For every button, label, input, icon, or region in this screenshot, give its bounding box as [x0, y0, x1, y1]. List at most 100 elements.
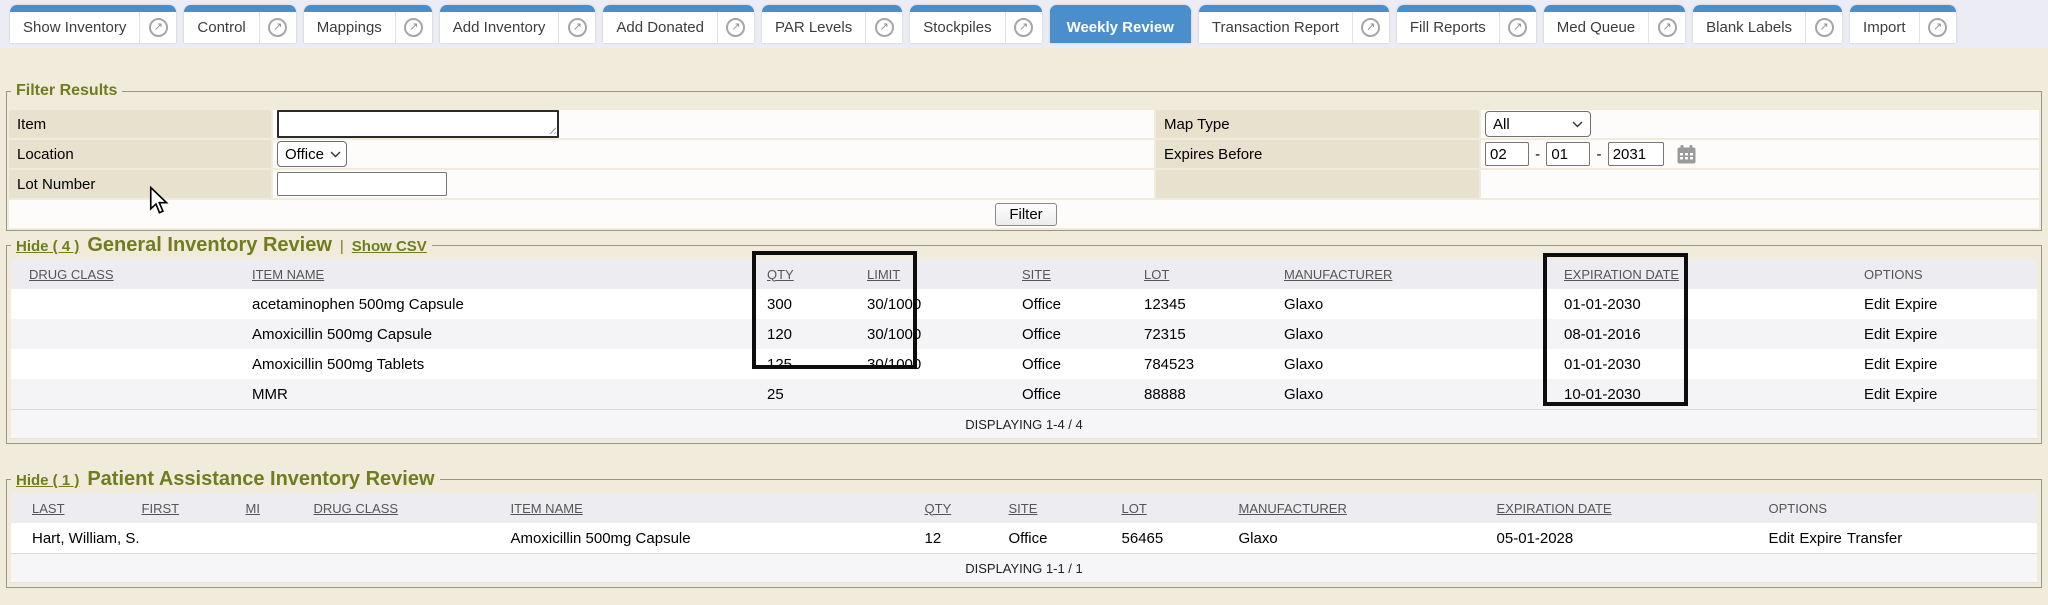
sort-qty[interactable]: QTY	[925, 501, 952, 516]
table-row: MMR 25 Office 88888 Glaxo 10-01-2030 Edi…	[11, 379, 2037, 410]
tab-label: Add Inventory	[440, 19, 559, 36]
show-csv-link[interactable]: Show CSV	[352, 238, 427, 255]
limit-cell: 30/1000	[866, 349, 1021, 379]
tab-blank-labels[interactable]: Blank Labels↗	[1693, 5, 1842, 43]
site-cell: Office	[1021, 319, 1143, 349]
edit-link[interactable]: Edit	[1769, 530, 1795, 547]
tab-fill-reports[interactable]: Fill Reports↗	[1397, 5, 1536, 43]
filter-button[interactable]: Filter	[995, 203, 1056, 226]
map-type-select[interactable]: All	[1485, 111, 1591, 137]
lot-cell: 56465	[1121, 523, 1238, 554]
open-new-tab-button[interactable]: ↗	[1499, 12, 1536, 43]
open-new-tab-button[interactable]: ↗	[1005, 12, 1042, 43]
open-new-tab-button[interactable]: ↗	[717, 12, 754, 43]
open-new-tab-icon: ↗	[149, 18, 168, 37]
location-select[interactable]: Office	[277, 141, 347, 167]
tab-weekly-review[interactable]: Weekly Review	[1050, 5, 1191, 43]
edit-link[interactable]: Edit	[1864, 296, 1890, 313]
edit-link[interactable]: Edit	[1864, 326, 1890, 343]
sort-lot[interactable]: LOT	[1144, 267, 1169, 282]
tab-stockpiles[interactable]: Stockpiles ↗	[910, 5, 1041, 43]
limit-cell: 30/1000	[866, 289, 1021, 319]
expire-link[interactable]: Expire	[1895, 386, 1938, 403]
tab-accent-strip	[1544, 5, 1685, 12]
item-input[interactable]	[277, 110, 559, 138]
first-name-cell	[141, 523, 245, 554]
sort-expiration-date[interactable]: EXPIRATION DATE	[1564, 267, 1679, 282]
open-new-tab-button[interactable]: ↗	[558, 12, 595, 43]
open-new-tab-button[interactable]: ↗	[1919, 12, 1956, 43]
transfer-link[interactable]: Transfer	[1847, 530, 1902, 547]
tab-import[interactable]: Import↗	[1850, 5, 1956, 43]
paging-status: DISPLAYING 1-1 / 1	[11, 554, 2037, 583]
sort-site[interactable]: SITE	[1022, 267, 1051, 282]
filter-form: Item Map Type All Location Office Expire…	[7, 108, 2041, 230]
sort-drug-class[interactable]: DRUG CLASS	[314, 501, 399, 516]
sort-mi[interactable]: MI	[246, 501, 260, 516]
tab-accent-strip	[1693, 5, 1842, 12]
site-cell: Office	[1021, 349, 1143, 379]
qty-cell: 25	[766, 379, 866, 410]
open-new-tab-icon: ↗	[268, 18, 287, 37]
hide-general-link[interactable]: Hide ( 4 )	[16, 238, 79, 255]
tab-label: Stockpiles	[910, 19, 1004, 36]
tab-accent-strip	[1199, 5, 1389, 12]
tab-transaction-report[interactable]: Transaction Report↗	[1199, 5, 1389, 43]
sort-qty[interactable]: QTY	[767, 267, 794, 282]
sort-limit[interactable]: LIMIT	[867, 267, 900, 282]
sort-drug-class[interactable]: DRUG CLASS	[29, 267, 114, 282]
expire-link[interactable]: Expire	[1895, 296, 1938, 313]
expire-link[interactable]: Expire	[1895, 356, 1938, 373]
sort-manufacturer[interactable]: MANUFACTURER	[1239, 501, 1347, 516]
tab-par-levels[interactable]: PAR Levels↗	[762, 5, 902, 43]
open-new-tab-button[interactable]: ↗	[139, 12, 176, 43]
lot-number-input[interactable]	[277, 172, 447, 196]
sort-expiration-date[interactable]: EXPIRATION DATE	[1497, 501, 1612, 516]
sort-item-name[interactable]: ITEM NAME	[252, 267, 324, 282]
tab-accent-strip	[184, 5, 295, 12]
edit-link[interactable]: Edit	[1864, 356, 1890, 373]
tab-accent-strip	[1397, 5, 1536, 12]
expiration-date-cell: 05-01-2028	[1496, 523, 1768, 554]
tab-add-donated[interactable]: Add Donated↗	[603, 5, 754, 43]
tab-add-inventory[interactable]: Add Inventory↗	[440, 5, 596, 43]
expires-month-input[interactable]	[1485, 142, 1529, 166]
sort-manufacturer[interactable]: MANUFACTURER	[1284, 267, 1392, 282]
sort-site[interactable]: SITE	[1009, 501, 1038, 516]
expiration-date-cell: 01-01-2030	[1563, 289, 1863, 319]
edit-link[interactable]: Edit	[1864, 386, 1890, 403]
site-cell: Office	[1021, 289, 1143, 319]
expires-year-input[interactable]	[1608, 142, 1664, 166]
item-name-cell: acetaminophen 500mg Capsule	[251, 289, 766, 319]
tab-accent-strip	[910, 5, 1041, 12]
expire-link[interactable]: Expire	[1895, 326, 1938, 343]
sort-first[interactable]: FIRST	[142, 501, 180, 516]
sort-lot[interactable]: LOT	[1122, 501, 1147, 516]
open-new-tab-button[interactable]: ↗	[1648, 12, 1685, 43]
open-new-tab-button[interactable]: ↗	[865, 12, 902, 43]
options-header: OPTIONS	[1769, 501, 1828, 516]
open-new-tab-icon: ↗	[1014, 18, 1033, 37]
hide-patient-link[interactable]: Hide ( 1 )	[16, 472, 79, 489]
open-new-tab-button[interactable]: ↗	[395, 12, 432, 43]
open-new-tab-button[interactable]: ↗	[1352, 12, 1389, 43]
tab-label: Mappings	[304, 19, 395, 36]
open-new-tab-button[interactable]: ↗	[1805, 12, 1842, 43]
filter-results-title: Filter Results	[11, 82, 122, 100]
item-name-cell: Amoxicillin 500mg Tablets	[251, 349, 766, 379]
site-cell: Office	[1021, 379, 1143, 410]
expire-link[interactable]: Expire	[1799, 530, 1842, 547]
sort-item-name[interactable]: ITEM NAME	[511, 501, 583, 516]
tab-show-inventory[interactable]: Show Inventory↗	[10, 5, 176, 43]
sort-last[interactable]: LAST	[32, 501, 65, 516]
tab-control[interactable]: Control↗	[184, 5, 295, 43]
patient-assistance-panel: Hide ( 1 ) Patient Assistance Inventory …	[6, 468, 2042, 588]
calendar-icon[interactable]	[1676, 144, 1697, 165]
site-cell: Office	[1008, 523, 1121, 554]
open-new-tab-icon: ↗	[404, 18, 423, 37]
open-new-tab-button[interactable]: ↗	[259, 12, 296, 43]
tab-mappings[interactable]: Mappings ↗	[304, 5, 432, 43]
table-row: acetaminophen 500mg Capsule 300 30/1000 …	[11, 289, 2037, 319]
tab-med-queue[interactable]: Med Queue↗	[1544, 5, 1685, 43]
expires-day-input[interactable]	[1546, 142, 1590, 166]
